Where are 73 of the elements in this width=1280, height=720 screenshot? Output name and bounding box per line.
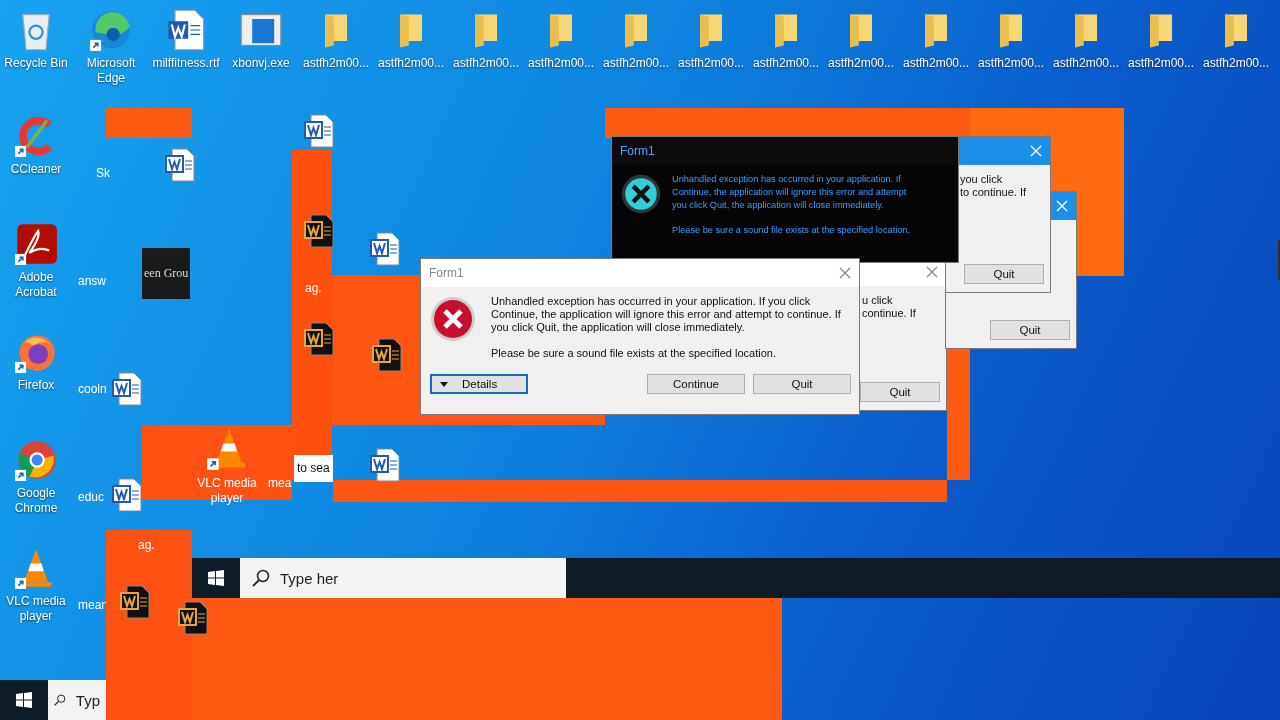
shortcut-label: educ: [78, 490, 105, 505]
desktop-shortcut[interactable]: astfh2m00...: [974, 8, 1048, 71]
text-fragment: mea: [268, 476, 292, 491]
word-document-icon: [372, 338, 402, 372]
word-document-icon: [304, 214, 334, 248]
word-document-icon: [370, 232, 400, 266]
search-field[interactable]: Type her: [240, 558, 566, 598]
desktop-shortcut[interactable]: astfh2m00...: [1124, 8, 1198, 71]
desktop-shortcut[interactable]: astfh2m00...: [1049, 8, 1123, 71]
desktop-shortcut[interactable]: astfh2m00...: [749, 8, 823, 71]
note-text: Please be sure a sound file exists at the specified location.: [491, 347, 777, 360]
close-icon[interactable]: [839, 267, 851, 279]
dialog-button[interactable]: Continue: [647, 374, 745, 394]
desktop-shortcut[interactable]: VLC media player: [0, 546, 73, 624]
dialog-button[interactable]: Quit: [753, 374, 851, 394]
word-document-icon: [165, 148, 195, 182]
quit-button[interactable]: Quit: [990, 320, 1070, 340]
desktop-shortcut[interactable]: Adobe Acrobat: [0, 222, 73, 300]
desktop-shortcut[interactable]: astfh2m00...: [1199, 8, 1273, 71]
desktop-shortcut[interactable]: astfh2m00...: [599, 8, 673, 71]
acrobat-icon: [14, 222, 58, 266]
note-text: Please be sure a sound file exists at the specified location.: [672, 224, 910, 237]
desktop-shortcut[interactable]: Firefox: [0, 330, 73, 393]
details-button[interactable]: Details: [430, 374, 528, 394]
shortcut-label: cooln: [78, 382, 107, 397]
desktop-shortcut[interactable]: astfh2m00...: [824, 8, 898, 71]
message-text: Continue, the application will ignore this error and attempt: [672, 186, 908, 199]
message-text: continue. If: [862, 307, 917, 320]
text-fragment: ag.: [305, 281, 322, 296]
desktop-shortcut[interactable]: xbonvj.exe: [224, 8, 298, 71]
word-document-icon: [304, 322, 334, 356]
desktop-shortcut[interactable]: astfh2m00...: [449, 8, 523, 71]
message-text: u click: [862, 294, 894, 307]
desktop-shortcut[interactable]: CCleaner: [0, 114, 73, 177]
word-document-icon: [112, 478, 142, 512]
message-text: Unhandled exception has occurred in your application. If you click Continue, the application will ignore this error and attempt to continue. If you click Quit, the application will close immediately.: [491, 295, 842, 334]
desktop-shortcut[interactable]: Microsoft Edge: [74, 8, 148, 86]
word-document-icon: [370, 448, 400, 482]
windows-logo-icon[interactable]: [16, 692, 32, 708]
quit-button[interactable]: Quit: [964, 264, 1044, 284]
text-fragment: ag.: [138, 538, 155, 553]
desktop-shortcut[interactable]: Google Chrome: [0, 438, 73, 516]
edge-icon: [89, 8, 133, 52]
chrome-icon: [14, 438, 58, 482]
error-icon: [429, 295, 477, 343]
word-document-icon: [112, 372, 142, 406]
search-field[interactable]: Typ: [48, 680, 106, 720]
message-text: you click: [960, 173, 1004, 186]
desktop-shortcut[interactable]: astfh2m00...: [524, 8, 598, 71]
message-text: to continue. If: [960, 186, 1028, 199]
message-text: Unhandled exception has occurred in your application. If: [672, 173, 902, 186]
word-document-icon: [120, 585, 150, 619]
window-title: Form1: [429, 266, 464, 280]
close-icon[interactable]: [926, 266, 938, 278]
desktop-shortcut[interactable]: astfh2m00...: [674, 8, 748, 71]
desktop-shortcut[interactable]: Recycle Bin: [0, 8, 73, 71]
shortcut-label: answ: [78, 274, 106, 289]
desktop-shortcut[interactable]: astfh2m00...: [899, 8, 973, 71]
text-fragment: een Grou: [142, 248, 191, 299]
desktop-shortcut[interactable]: astfh2m00...: [374, 8, 448, 71]
word-document-icon: [304, 114, 334, 148]
quit-button[interactable]: Quit: [860, 382, 940, 402]
caret-icon: [440, 381, 448, 387]
search-text-fragment: to sea: [294, 455, 333, 482]
window-title: Form1: [620, 144, 655, 158]
desktop-shortcut[interactable]: milffitness.rtf: [149, 8, 223, 71]
search-icon: [252, 569, 270, 587]
word-document-icon: [178, 601, 208, 635]
windows-logo-icon[interactable]: [208, 570, 224, 586]
desktop-shortcut[interactable]: astfh2m00...: [299, 8, 373, 71]
shortcut-label: Sk: [96, 166, 110, 181]
error-icon: [620, 173, 662, 215]
message-text: you click Quit, the application will close immediately.: [672, 199, 885, 212]
